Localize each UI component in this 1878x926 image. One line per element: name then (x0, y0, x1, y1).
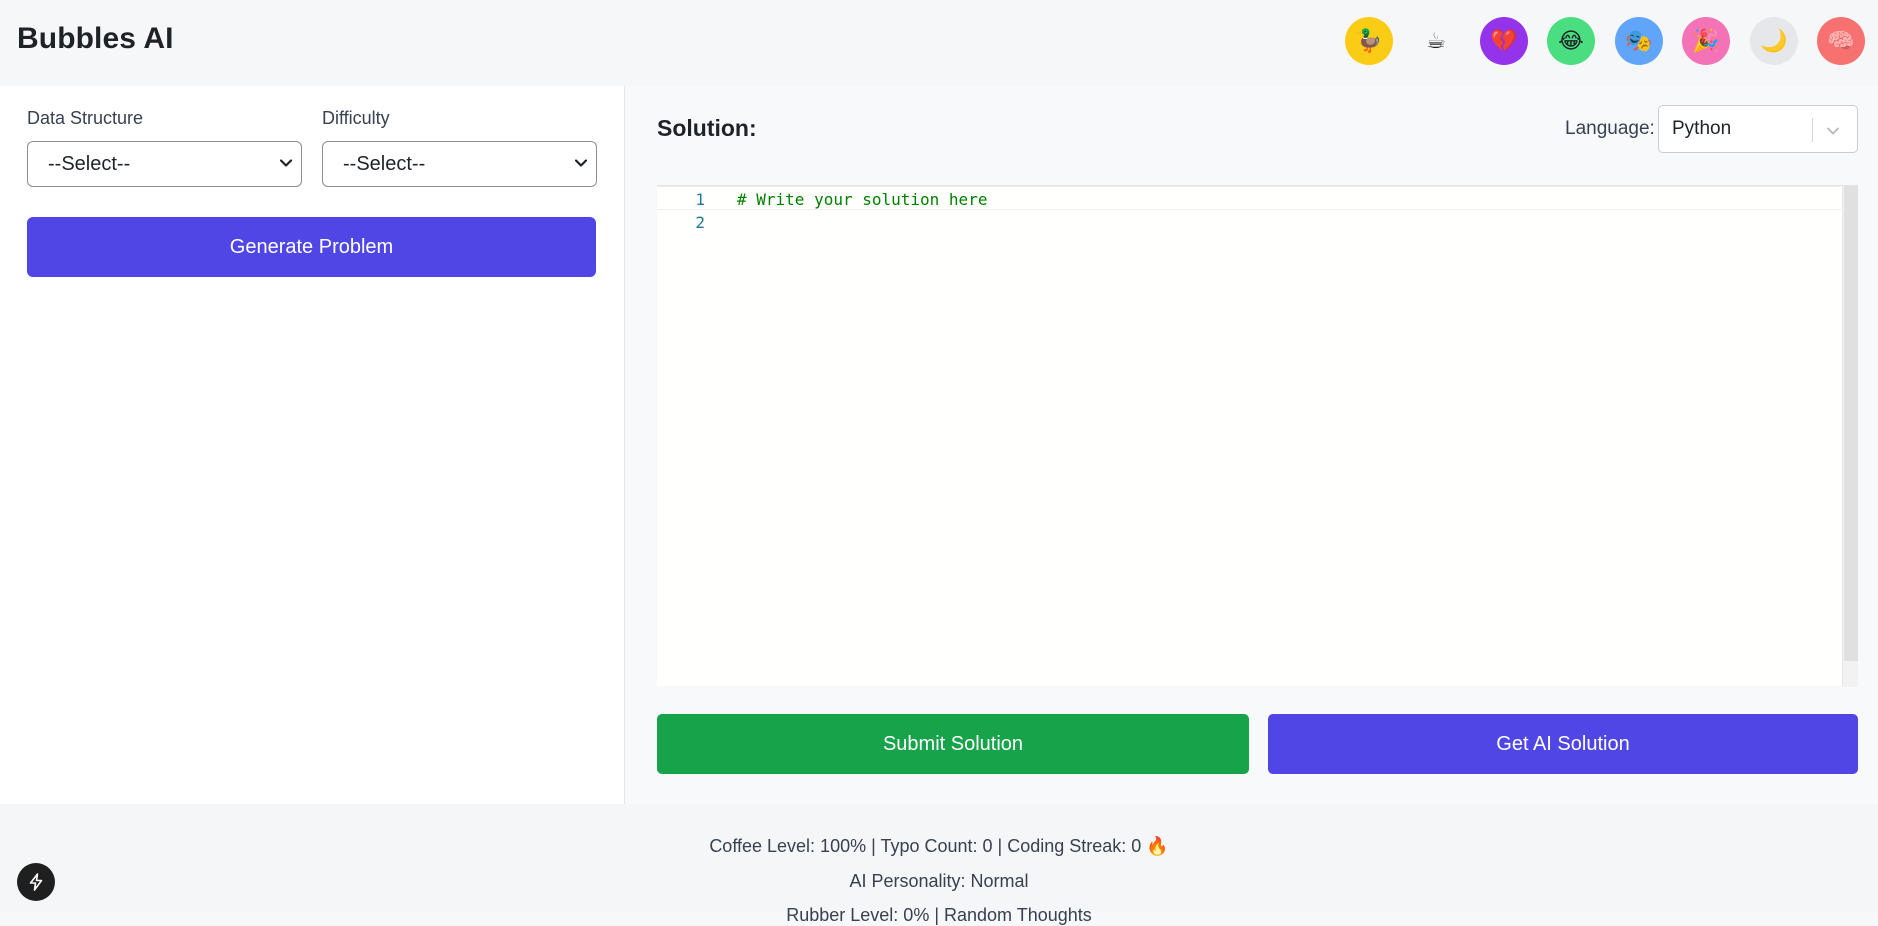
party-icon[interactable]: 🎉 (1682, 17, 1730, 65)
line-code[interactable]: # Write your solution here (737, 190, 987, 209)
status-line-stats: Coffee Level: 100% | Typo Count: 0 | Cod… (709, 836, 1169, 856)
bolt-icon (29, 873, 43, 891)
line-number: 2 (695, 213, 705, 232)
submit-solution-button[interactable]: Submit Solution (657, 714, 1249, 774)
editor-line[interactable]: 1 # Write your solution here (657, 186, 1841, 210)
editor-scrollbar[interactable] (1842, 186, 1858, 687)
data-structure-label: Data Structure (27, 108, 144, 128)
app-header: Bubbles AI 🦆 ☕ 💔 😂 🎭 🎉 🌙 🧠 (0, 0, 1878, 86)
get-ai-solution-button[interactable]: Get AI Solution (1268, 714, 1858, 774)
language-value: Python (1672, 118, 1732, 139)
status-line-extra: Rubber Level: 0% | Random Thoughts (786, 905, 1092, 925)
theater-icon[interactable]: 🎭 (1615, 17, 1663, 65)
solution-title: Solution: (657, 115, 757, 141)
code-editor[interactable]: 1 # Write your solution here 2 (657, 185, 1858, 687)
status-footer: Coffee Level: 100% | Typo Count: 0 | Cod… (0, 804, 1878, 925)
difficulty-label: Difficulty (322, 108, 390, 128)
generate-problem-button[interactable]: Generate Problem (27, 217, 596, 277)
data-structure-select[interactable]: --Select-- (27, 141, 302, 187)
difficulty-select[interactable]: --Select-- (322, 141, 597, 187)
moon-icon[interactable]: 🌙 (1750, 17, 1798, 65)
difficulty-value: --Select-- (343, 152, 426, 175)
chevron-down-icon (574, 159, 588, 167)
solution-panel: Solution: Language: Python 1 # Write you… (626, 86, 1878, 804)
language-label: Language: (1565, 118, 1655, 139)
chevron-down-icon (279, 159, 293, 167)
brain-icon[interactable]: 🧠 (1817, 17, 1865, 65)
app-title: Bubbles AI (17, 22, 174, 55)
editor-line[interactable]: 2 (657, 210, 1841, 234)
scrollbar-thumb[interactable] (1844, 186, 1858, 661)
line-number: 1 (695, 190, 705, 209)
data-structure-value: --Select-- (48, 152, 131, 175)
language-select[interactable]: Python (1658, 105, 1858, 153)
problem-panel: Data Structure --Select-- Difficulty --S… (0, 86, 625, 804)
lightning-icon[interactable] (17, 863, 55, 901)
laugh-icon[interactable]: 😂 (1547, 17, 1595, 65)
heart-icon[interactable]: 💔 (1480, 17, 1528, 65)
coffee-icon[interactable]: ☕ (1412, 17, 1460, 65)
chevron-down-icon (1827, 127, 1839, 135)
duck-icon[interactable]: 🦆 (1345, 17, 1393, 65)
select-divider (1812, 118, 1813, 142)
status-line-personality: AI Personality: Normal (849, 871, 1029, 891)
